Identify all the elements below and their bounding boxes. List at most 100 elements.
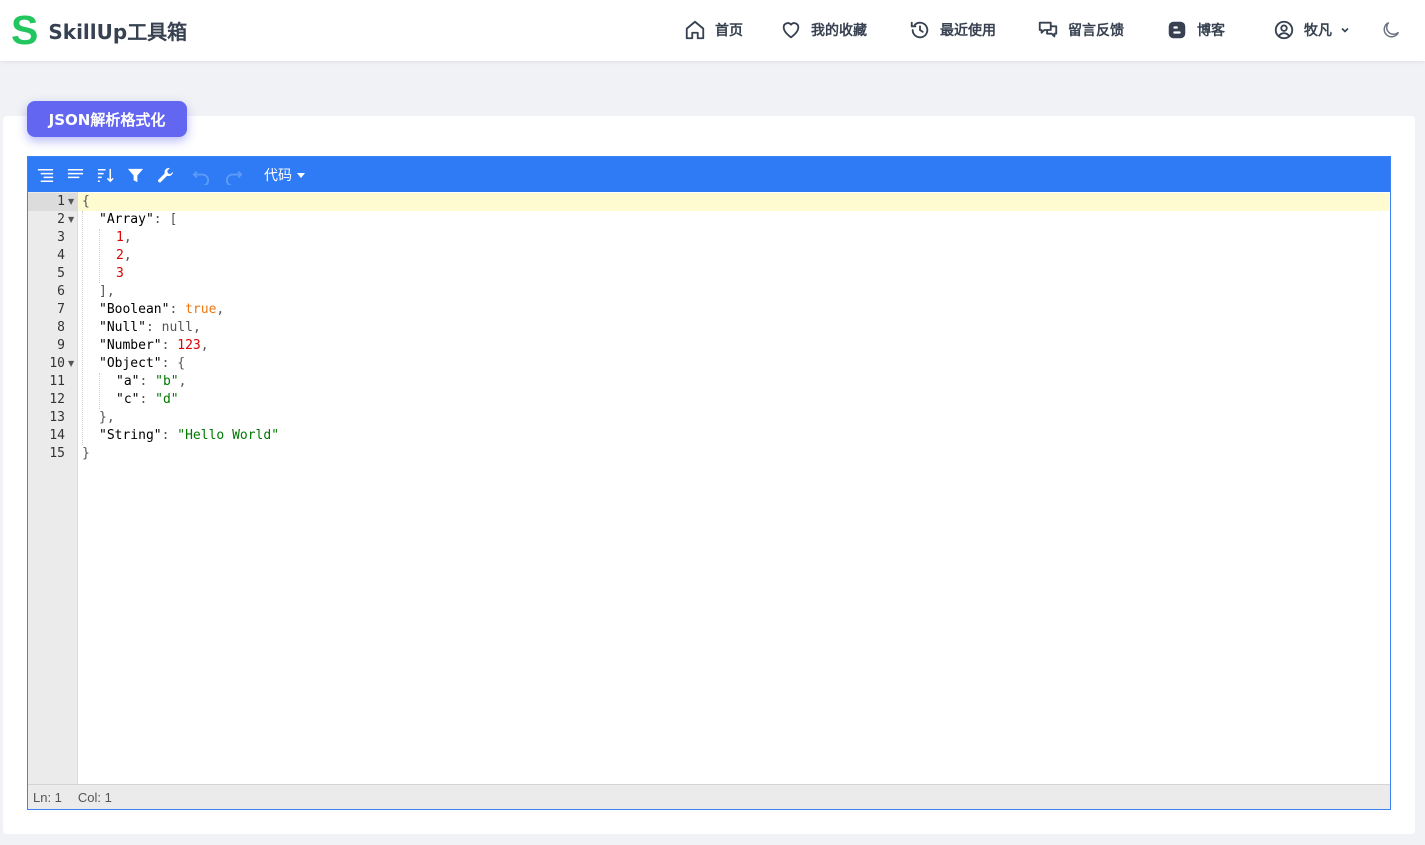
brace: { [82,194,90,209]
editor-statusbar: Ln: 1 Col: 1 [28,784,1390,809]
heart-icon [782,22,800,39]
filter-button[interactable] [124,164,146,186]
redo-button[interactable] [222,164,244,186]
line-number: 15 [49,446,65,461]
code-line: }, [99,409,115,427]
json-number: 1 [116,230,124,245]
line-number: 6 [57,284,65,299]
code-line: "a": "b", [116,373,186,391]
json-key: "c" [116,392,140,407]
code-line: "String": "Hello World" [99,427,279,445]
sort-button[interactable] [94,164,116,186]
editor-toolbar: 代码 [28,157,1390,192]
line-number: 7 [57,302,65,317]
code-line: 2, [116,247,132,265]
punct: }, [99,410,115,425]
moon-icon[interactable] [1380,19,1402,41]
logo[interactable]: S SkillUp工具箱 [11,7,188,53]
nav-recent-label: 最近使用 [940,23,996,39]
code-line: 1, [116,229,132,247]
fold-toggle-icon[interactable]: ▼ [68,193,76,211]
nav-recent[interactable]: 最近使用 [909,18,996,42]
punct: , [123,248,132,263]
undo-button[interactable] [190,164,212,186]
line-number: 11 [49,374,65,389]
line-number: 8 [57,320,65,335]
fold-toggle-icon[interactable]: ▼ [68,211,76,229]
indent-guide [99,229,100,283]
json-number: 123 [177,338,201,353]
json-string: "Hello World" [177,428,280,443]
nav-blog[interactable]: 博客 [1166,18,1225,42]
line-number: 1 [57,194,65,209]
punct: : [139,374,156,389]
line-number: 4 [57,248,65,263]
punct: , [123,230,132,245]
fold-toggle-icon[interactable]: ▼ [68,355,76,373]
punct: , [200,338,209,353]
user-menu[interactable]: 牧凡 [1273,18,1359,42]
logo-letter: S [11,7,39,53]
nav-feedback[interactable]: 留言反馈 [1037,18,1124,42]
punct: ], [99,284,115,299]
user-name: 牧凡 [1304,23,1332,39]
format-icon [37,168,53,182]
json-number: 2 [116,248,124,263]
code-line: ], [99,283,115,301]
blogger-icon [1168,21,1186,39]
line-number: 9 [57,338,65,353]
code-line: "Boolean": true, [99,301,224,319]
json-key: "a" [116,374,140,389]
punct: , [178,374,187,389]
repair-button[interactable] [154,164,176,186]
line-number: 5 [57,266,65,281]
json-string: "d" [155,392,179,407]
punct: : [169,302,186,317]
sort-icon [97,168,114,182]
tool-title-tag: JSON解析格式化 [27,101,187,137]
code-line: 3 [116,265,124,283]
redo-icon [225,170,242,185]
code-line: "Object": { [99,355,185,373]
json-key: "Null" [99,320,146,335]
compact-icon [67,168,83,178]
json-string: "b" [155,374,179,389]
line-number: 2 [57,212,65,227]
code-line: } [82,445,90,463]
mode-dropdown[interactable]: 代码 [264,165,305,185]
nav-home[interactable]: 首页 [684,18,743,42]
filter-icon [127,168,143,182]
punct: : [139,392,156,407]
punct: : [145,320,162,335]
code-line: "Array": [ [99,211,177,229]
line-number: 3 [57,230,65,245]
brand-name: SkillUp工具箱 [48,19,188,44]
indent-guide [82,211,83,445]
compact-button[interactable] [64,164,86,186]
code-line: "Number": 123, [99,337,209,355]
json-number: 3 [116,266,124,281]
json-boolean: true [185,302,217,317]
format-button[interactable] [34,164,56,186]
nav-home-label: 首页 [715,23,743,39]
nav-blog-label: 博客 [1197,23,1225,39]
json-key: "Boolean" [99,302,170,317]
code-area[interactable] [78,192,1390,784]
punct: , [192,320,201,335]
nav-favorites[interactable]: 我的收藏 [780,18,867,42]
punct: : [161,338,178,353]
punct: , [216,302,225,317]
repair-icon [157,167,173,182]
line-number: 12 [49,392,65,407]
punct: : [161,428,178,443]
json-key: "String" [99,428,162,443]
chevron-down-icon [1341,27,1349,33]
cursor-column: Col: 1 [77,789,112,805]
json-null: null [161,320,193,335]
caret-down-icon [297,172,305,178]
line-number: 14 [49,428,65,443]
line-number: 13 [49,410,65,425]
code-line: "c": "d" [116,391,179,409]
mode-label: 代码 [264,168,292,184]
json-key: "Object" [99,356,162,371]
